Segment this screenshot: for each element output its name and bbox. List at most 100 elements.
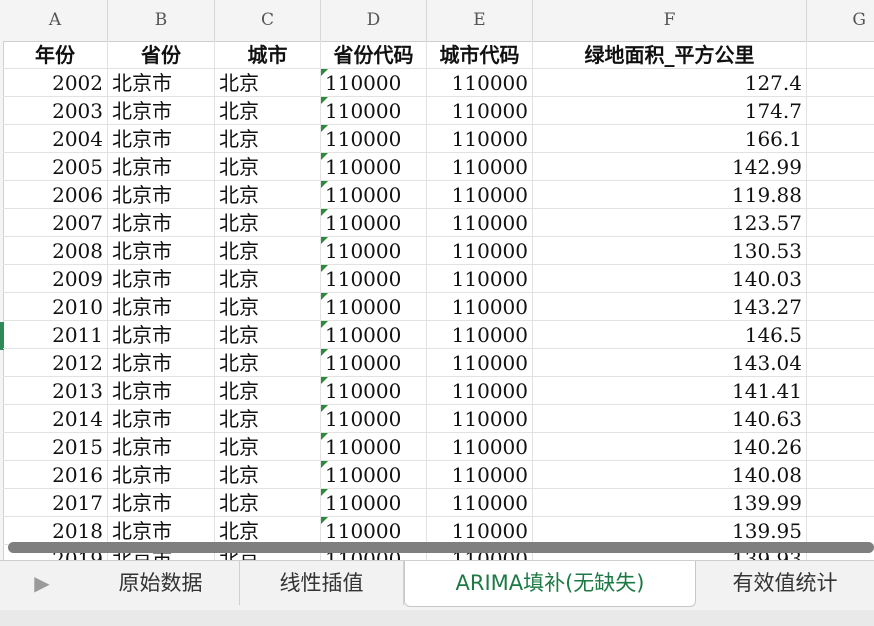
header-cell-city-code[interactable]: 城市代码 bbox=[427, 41, 533, 69]
cell-year[interactable]: 2018 bbox=[3, 517, 108, 545]
cell-province[interactable]: 北京市 bbox=[108, 405, 215, 433]
cell-province-code[interactable]: 110000 bbox=[321, 405, 427, 433]
cell-city-code[interactable]: 110000 bbox=[427, 293, 533, 321]
cell-green-area[interactable]: 143.04 bbox=[533, 349, 807, 377]
cell-green-area[interactable]: 130.53 bbox=[533, 237, 807, 265]
cell-empty[interactable] bbox=[807, 125, 874, 153]
cell-city-code[interactable]: 110000 bbox=[427, 153, 533, 181]
cell-city-code[interactable]: 110000 bbox=[427, 433, 533, 461]
cell-year[interactable]: 2005 bbox=[3, 153, 108, 181]
cell-year[interactable]: 2004 bbox=[3, 125, 108, 153]
cell-city-code[interactable]: 110000 bbox=[427, 517, 533, 545]
column-header-e[interactable]: E bbox=[427, 0, 533, 41]
cell-empty[interactable] bbox=[807, 517, 874, 545]
cell-province[interactable]: 北京市 bbox=[108, 321, 215, 349]
cell-empty[interactable] bbox=[807, 377, 874, 405]
cell-empty[interactable] bbox=[807, 153, 874, 181]
cell-province[interactable]: 北京市 bbox=[108, 69, 215, 97]
cell-city[interactable]: 北京 bbox=[215, 181, 321, 209]
cell-city[interactable]: 北京 bbox=[215, 237, 321, 265]
header-cell-year[interactable]: 年份 bbox=[3, 41, 108, 69]
cell-province-code[interactable]: 110000 bbox=[321, 433, 427, 461]
column-header-b[interactable]: B bbox=[108, 0, 215, 41]
cell-city-code[interactable]: 110000 bbox=[427, 377, 533, 405]
cell-province-code[interactable]: 110000 bbox=[321, 69, 427, 97]
column-header-g[interactable]: G bbox=[807, 0, 874, 41]
cell-city-code[interactable]: 110000 bbox=[427, 69, 533, 97]
cell-province-code[interactable]: 110000 bbox=[321, 293, 427, 321]
cell-province-code[interactable]: 110000 bbox=[321, 209, 427, 237]
cell-province-code[interactable]: 110000 bbox=[321, 125, 427, 153]
cell-province[interactable]: 北京市 bbox=[108, 265, 215, 293]
cell-city-code[interactable]: 110000 bbox=[427, 405, 533, 433]
cell-empty[interactable] bbox=[807, 237, 874, 265]
cell-province-code[interactable]: 110000 bbox=[321, 153, 427, 181]
cell-province-code[interactable]: 110000 bbox=[321, 349, 427, 377]
cell-province[interactable]: 北京市 bbox=[108, 433, 215, 461]
cell-empty[interactable] bbox=[807, 433, 874, 461]
cell-city[interactable]: 北京 bbox=[215, 349, 321, 377]
cell-province[interactable]: 北京市 bbox=[108, 293, 215, 321]
cell-empty[interactable] bbox=[807, 405, 874, 433]
column-header-c[interactable]: C bbox=[215, 0, 321, 41]
cell-empty[interactable] bbox=[807, 321, 874, 349]
cell-province-code[interactable]: 110000 bbox=[321, 321, 427, 349]
header-cell-province[interactable]: 省份 bbox=[108, 41, 215, 69]
cell-city[interactable]: 北京 bbox=[215, 125, 321, 153]
cell-province-code[interactable]: 110000 bbox=[321, 97, 427, 125]
cell-city[interactable]: 北京 bbox=[215, 293, 321, 321]
cell-province-code[interactable]: 110000 bbox=[321, 237, 427, 265]
cell-green-area[interactable]: 127.4 bbox=[533, 69, 807, 97]
header-cell-green-area[interactable]: 绿地面积_平方公里 bbox=[533, 41, 807, 69]
cell-city[interactable]: 北京 bbox=[215, 433, 321, 461]
cell-year[interactable]: 2009 bbox=[3, 265, 108, 293]
column-header-d[interactable]: D bbox=[321, 0, 427, 41]
cell-city-code[interactable]: 110000 bbox=[427, 265, 533, 293]
cell-city-code[interactable]: 110000 bbox=[427, 209, 533, 237]
cell-city[interactable]: 北京 bbox=[215, 69, 321, 97]
cell-empty[interactable] bbox=[807, 69, 874, 97]
tab-linear-interpolation[interactable]: 线性插值 bbox=[240, 561, 404, 605]
cell-empty[interactable] bbox=[807, 209, 874, 237]
cell-city-code[interactable]: 110000 bbox=[427, 321, 533, 349]
cell-green-area[interactable]: 123.57 bbox=[533, 209, 807, 237]
header-cell-province-code[interactable]: 省份代码 bbox=[321, 41, 427, 69]
cell-empty[interactable] bbox=[807, 489, 874, 517]
cell-empty[interactable] bbox=[807, 293, 874, 321]
cell-year[interactable]: 2017 bbox=[3, 489, 108, 517]
cell-province[interactable]: 北京市 bbox=[108, 461, 215, 489]
cell-city-code[interactable]: 110000 bbox=[427, 237, 533, 265]
cell-year[interactable]: 2006 bbox=[3, 181, 108, 209]
cell-city[interactable]: 北京 bbox=[215, 265, 321, 293]
cell-empty[interactable] bbox=[807, 97, 874, 125]
cell-city-code[interactable]: 110000 bbox=[427, 181, 533, 209]
cell-province[interactable]: 北京市 bbox=[108, 377, 215, 405]
cell-province[interactable]: 北京市 bbox=[108, 181, 215, 209]
cell-green-area[interactable]: 140.08 bbox=[533, 461, 807, 489]
cell-city[interactable]: 北京 bbox=[215, 405, 321, 433]
cell-green-area[interactable]: 119.88 bbox=[533, 181, 807, 209]
cell-province-code[interactable]: 110000 bbox=[321, 489, 427, 517]
play-right-icon[interactable]: ▶ bbox=[22, 561, 62, 605]
cell-year[interactable]: 2015 bbox=[3, 433, 108, 461]
cell-green-area[interactable]: 139.95 bbox=[533, 517, 807, 545]
column-header-f[interactable]: F bbox=[533, 0, 807, 41]
cell-year[interactable]: 2011 bbox=[3, 321, 108, 349]
cell-empty[interactable] bbox=[807, 181, 874, 209]
cell-city-code[interactable]: 110000 bbox=[427, 489, 533, 517]
cell-empty[interactable] bbox=[807, 265, 874, 293]
column-header-a[interactable]: A bbox=[3, 0, 108, 41]
cell-year[interactable]: 2002 bbox=[3, 69, 108, 97]
cell-year[interactable]: 2016 bbox=[3, 461, 108, 489]
cell-province[interactable]: 北京市 bbox=[108, 517, 215, 545]
cell-province[interactable]: 北京市 bbox=[108, 153, 215, 181]
header-cell-city[interactable]: 城市 bbox=[215, 41, 321, 69]
tab-valid-value-stats[interactable]: 有效值统计 bbox=[696, 561, 874, 605]
cell-city-code[interactable]: 110000 bbox=[427, 349, 533, 377]
cell-green-area[interactable]: 140.03 bbox=[533, 265, 807, 293]
tab-raw-data[interactable]: 原始数据 bbox=[82, 561, 240, 605]
cell-city[interactable]: 北京 bbox=[215, 321, 321, 349]
cell-green-area[interactable]: 146.5 bbox=[533, 321, 807, 349]
cell-city[interactable]: 北京 bbox=[215, 461, 321, 489]
spreadsheet-grid[interactable]: A B C D E F G 年份 省份 城市 省份代码 城市代码 绿地面积_平方… bbox=[0, 0, 874, 560]
